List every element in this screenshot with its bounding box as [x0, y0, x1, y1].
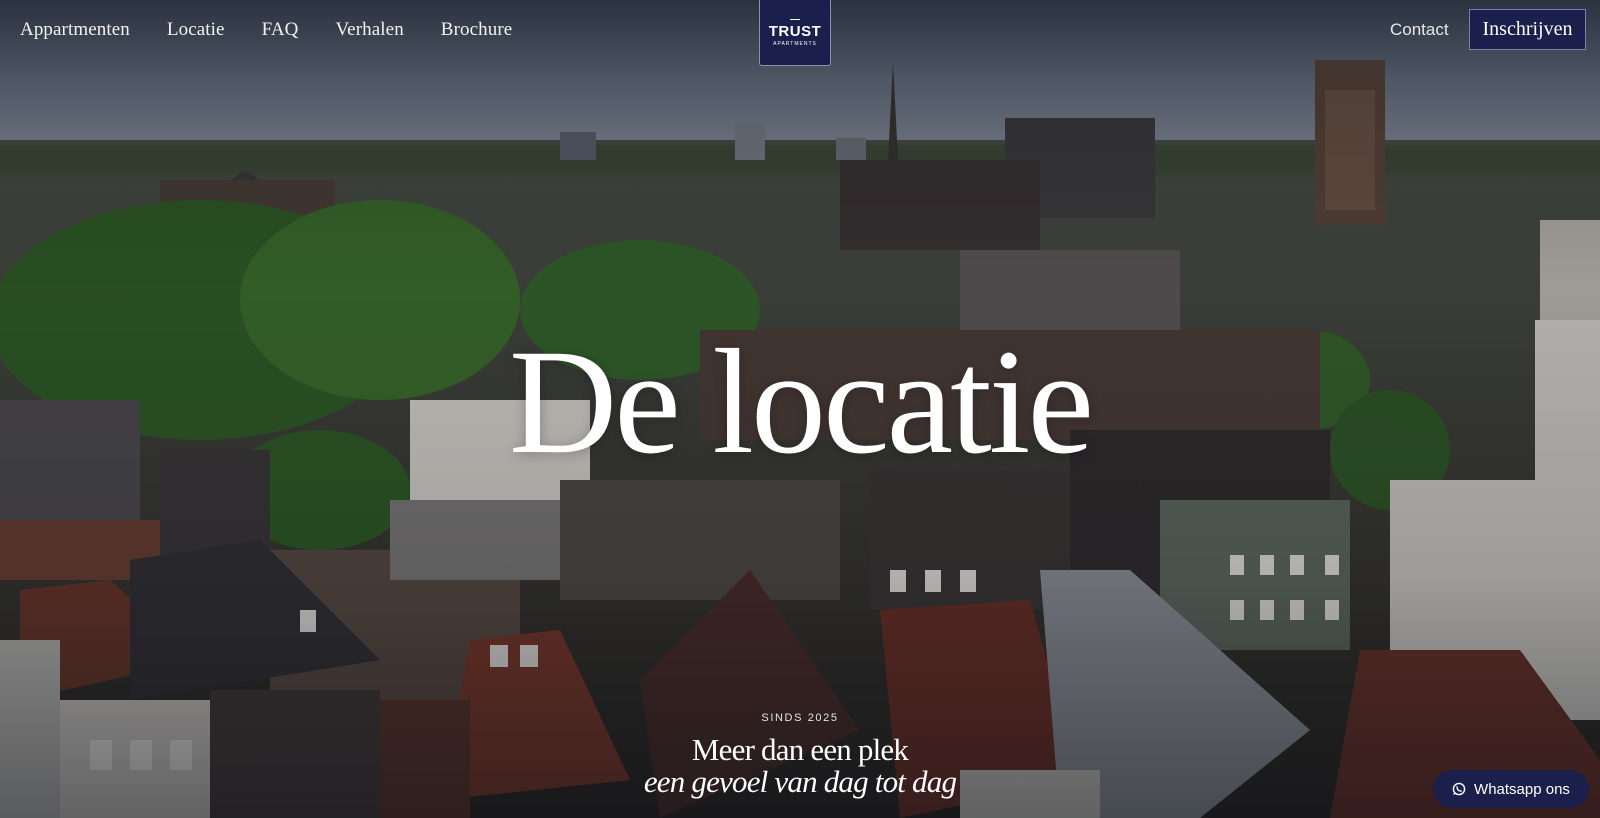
whatsapp-icon — [1452, 782, 1466, 796]
logo-subtitle: APARTMENTS — [773, 40, 817, 47]
logo-mark-icon — [790, 18, 800, 23]
top-navigation: Appartmenten Locatie FAQ Verhalen Brochu… — [0, 0, 1600, 66]
hero-tagline: Meer dan een plek — [691, 732, 909, 767]
whatsapp-label: Whatsapp ons — [1474, 780, 1570, 798]
nav-link-locatie[interactable]: Locatie — [167, 19, 225, 41]
nav-link-faq[interactable]: FAQ — [262, 19, 299, 41]
nav-link-brochure[interactable]: Brochure — [441, 19, 513, 41]
whatsapp-button[interactable]: Whatsapp ons — [1433, 770, 1589, 808]
nav-links: Appartmenten Locatie FAQ Verhalen Brochu… — [20, 19, 512, 41]
brand-logo[interactable]: TRUST APARTMENTS — [759, 0, 831, 66]
hero-section: Appartmenten Locatie FAQ Verhalen Brochu… — [0, 0, 1600, 818]
hero-title: De locatie — [508, 319, 1094, 485]
since-label: SINDS 2025 — [761, 712, 839, 724]
logo-title: TRUST — [768, 22, 822, 40]
hero-tagline-italic: een gevoel van dag tot dag — [643, 764, 957, 799]
nav-link-verhalen[interactable]: Verhalen — [335, 19, 403, 41]
contact-link[interactable]: Contact — [1390, 20, 1449, 40]
signup-button[interactable]: Inschrijven — [1469, 9, 1586, 50]
nav-link-appartmenten[interactable]: Appartmenten — [20, 19, 130, 41]
